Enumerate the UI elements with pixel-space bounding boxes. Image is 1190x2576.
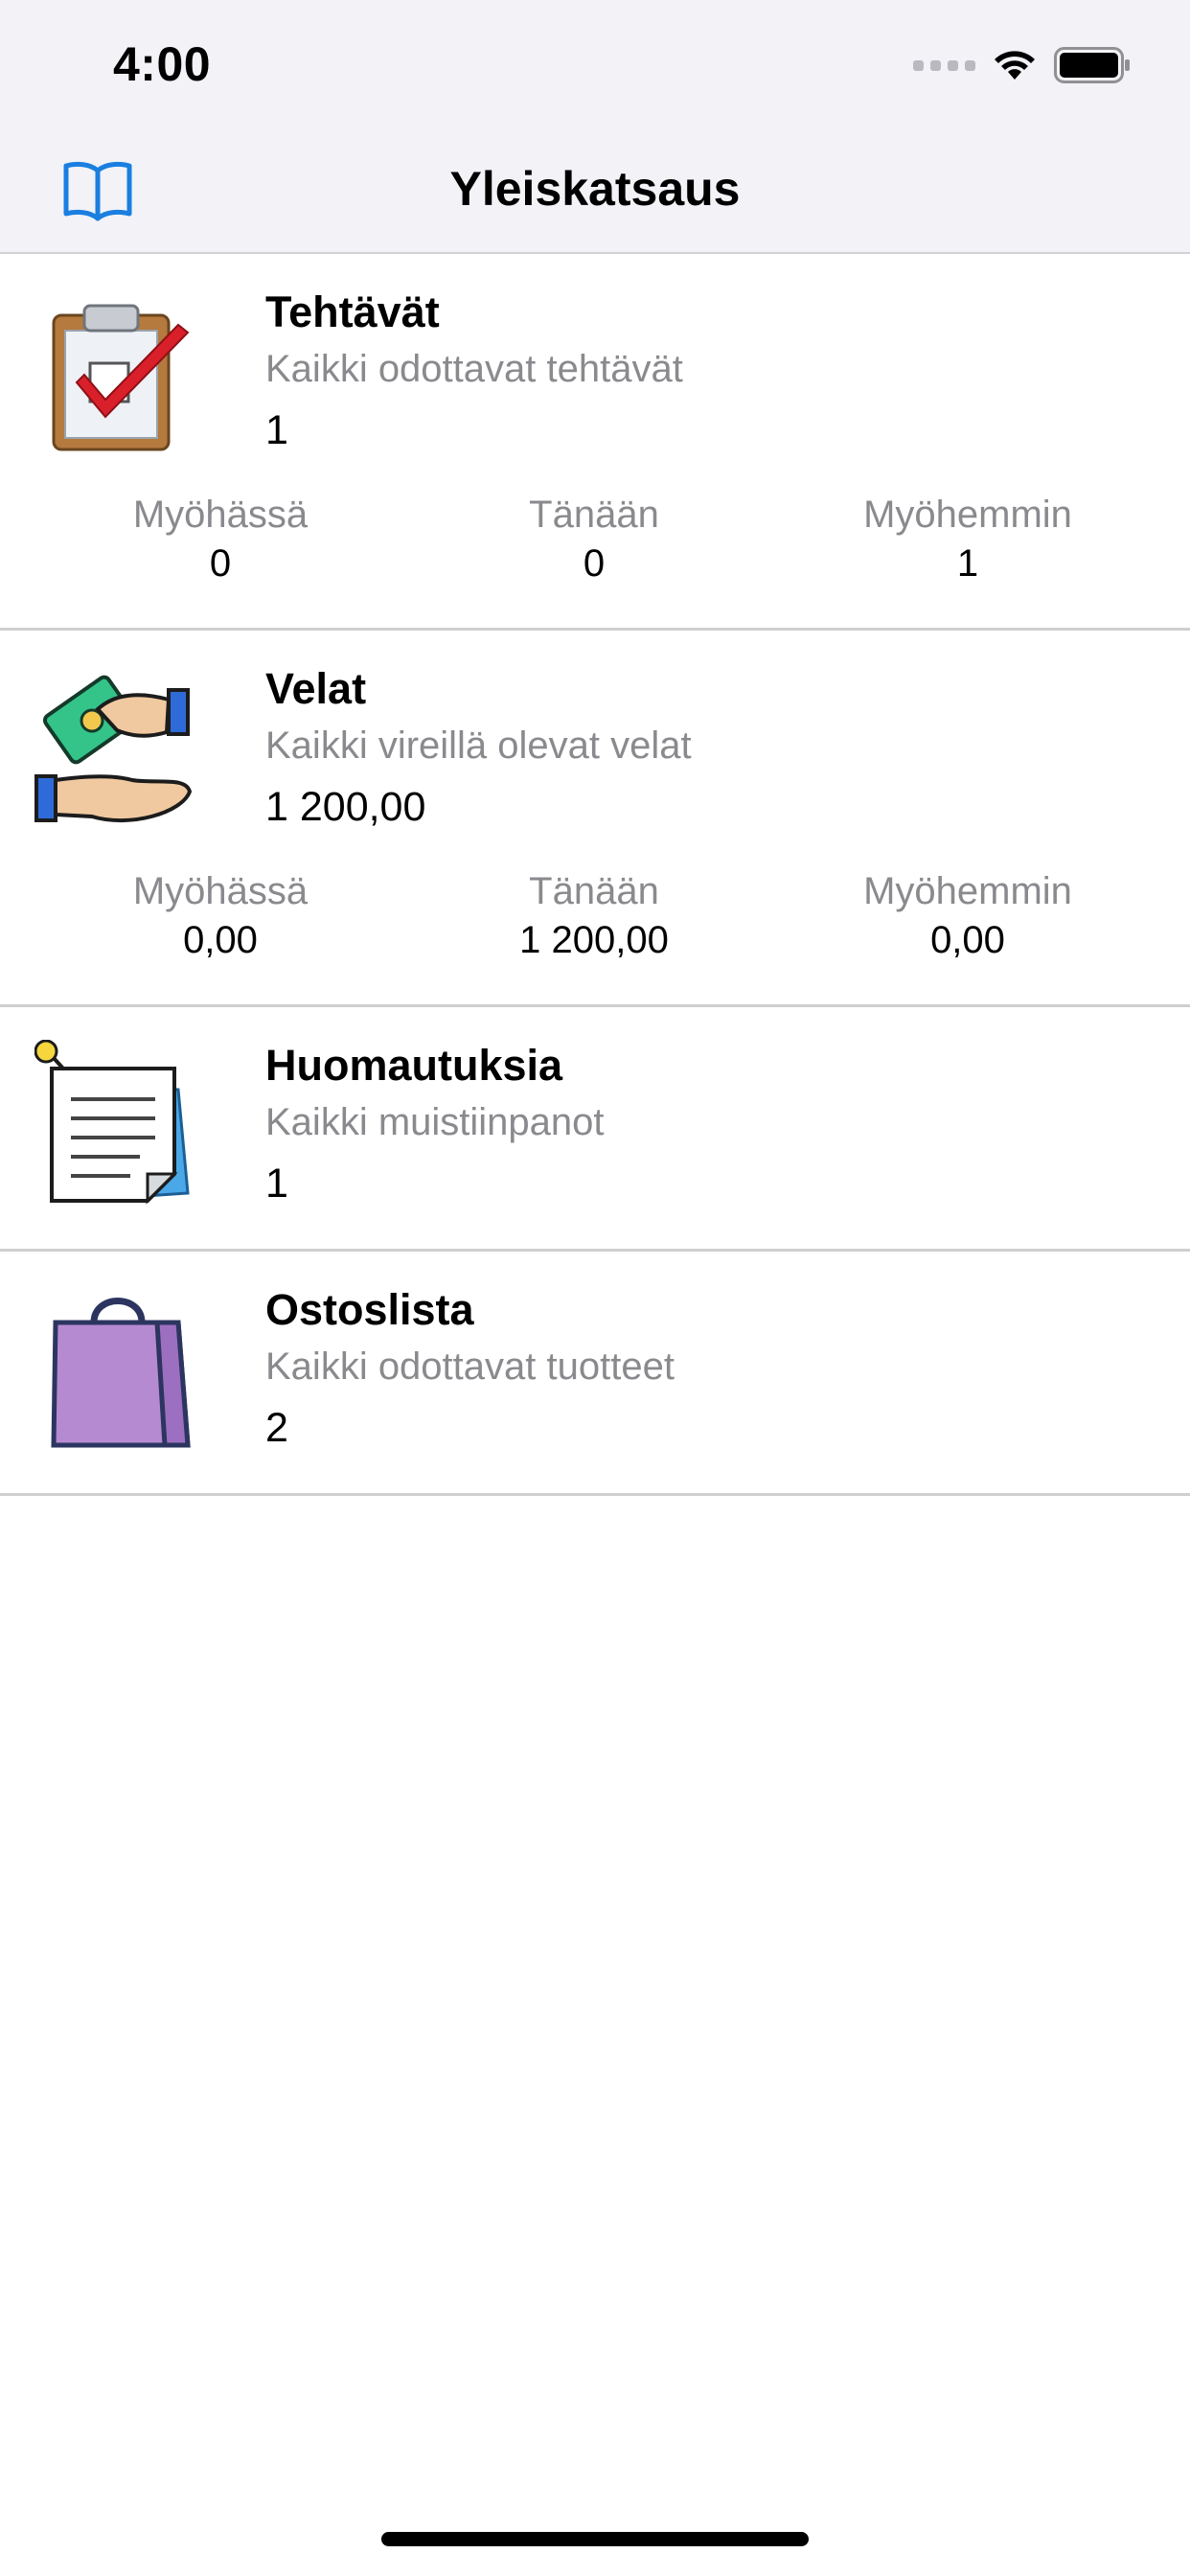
- stat-today: Tänään 1 200,00: [450, 870, 738, 962]
- status-bar: 4:00: [0, 0, 1190, 126]
- stat-label: Myöhemmin: [863, 494, 1072, 536]
- home-indicator[interactable]: [381, 2532, 809, 2546]
- card-value: 2: [265, 1405, 288, 1451]
- stat-value: 0,00: [183, 919, 258, 961]
- debts-stats: Myöhässä 0,00 Tänään 1 200,00 Myöhemmin …: [0, 870, 1190, 976]
- stat-overdue: Myöhässä 0: [77, 494, 364, 586]
- card-title: Huomautuksia: [265, 1041, 563, 1090]
- stat-value: 1 200,00: [519, 919, 669, 961]
- stat-label: Myöhässä: [132, 494, 309, 536]
- battery-icon: [1054, 47, 1130, 83]
- money-exchange-icon: [34, 663, 207, 836]
- wifi-icon: [995, 51, 1035, 80]
- card-subtitle: Kaikki odottavat tehtävät: [265, 348, 683, 390]
- status-icons: [913, 44, 1131, 86]
- notes-card[interactable]: Huomautuksia Kaikki muistiinpanot 1: [0, 1007, 1190, 1252]
- stat-later: Myöhemmin 1: [824, 494, 1111, 586]
- shopping-bag-icon: [34, 1284, 207, 1457]
- card-title: Velat: [265, 664, 367, 713]
- shopping-list-card[interactable]: Ostoslista Kaikki odottavat tuotteet 2: [0, 1252, 1190, 1496]
- stat-label: Tänään: [529, 494, 659, 536]
- clipboard-check-icon: [34, 287, 207, 459]
- pinned-note-icon: [34, 1039, 207, 1212]
- stat-label: Tänään: [529, 870, 659, 912]
- status-time: 4:00: [113, 37, 212, 91]
- card-value: 1 200,00: [265, 784, 426, 830]
- card-subtitle: Kaikki muistiinpanot: [265, 1101, 605, 1143]
- stat-later: Myöhemmin 0,00: [824, 870, 1111, 962]
- signal-icon: [913, 59, 975, 71]
- card-title: Ostoslista: [265, 1285, 474, 1334]
- stat-value: 0: [209, 542, 232, 585]
- card-title: Tehtävät: [265, 288, 440, 336]
- stat-label: Myöhässä: [132, 870, 309, 912]
- page-title: Yleiskatsaus: [449, 162, 741, 216]
- stat-value: 0,00: [930, 919, 1005, 961]
- overview-list: Tehtävät Kaikki odottavat tehtävät 1 Myö…: [0, 254, 1190, 1496]
- card-subtitle: Kaikki vireillä olevat velat: [265, 724, 692, 767]
- stat-today: Tänään 0: [450, 494, 738, 586]
- stat-label: Myöhemmin: [863, 870, 1072, 912]
- stat-value: 0: [583, 542, 606, 585]
- navigation-bar: Yleiskatsaus: [0, 126, 1190, 254]
- stat-overdue: Myöhässä 0,00: [77, 870, 364, 962]
- stat-value: 1: [956, 542, 979, 585]
- tasks-card[interactable]: Tehtävät Kaikki odottavat tehtävät 1 Myö…: [0, 254, 1190, 631]
- card-value: 1: [265, 407, 288, 453]
- tasks-stats: Myöhässä 0 Tänään 0 Myöhemmin 1: [0, 494, 1190, 599]
- card-subtitle: Kaikki odottavat tuotteet: [265, 1346, 675, 1388]
- debts-card[interactable]: Velat Kaikki vireillä olevat velat 1 200…: [0, 631, 1190, 1007]
- card-value: 1: [265, 1161, 288, 1207]
